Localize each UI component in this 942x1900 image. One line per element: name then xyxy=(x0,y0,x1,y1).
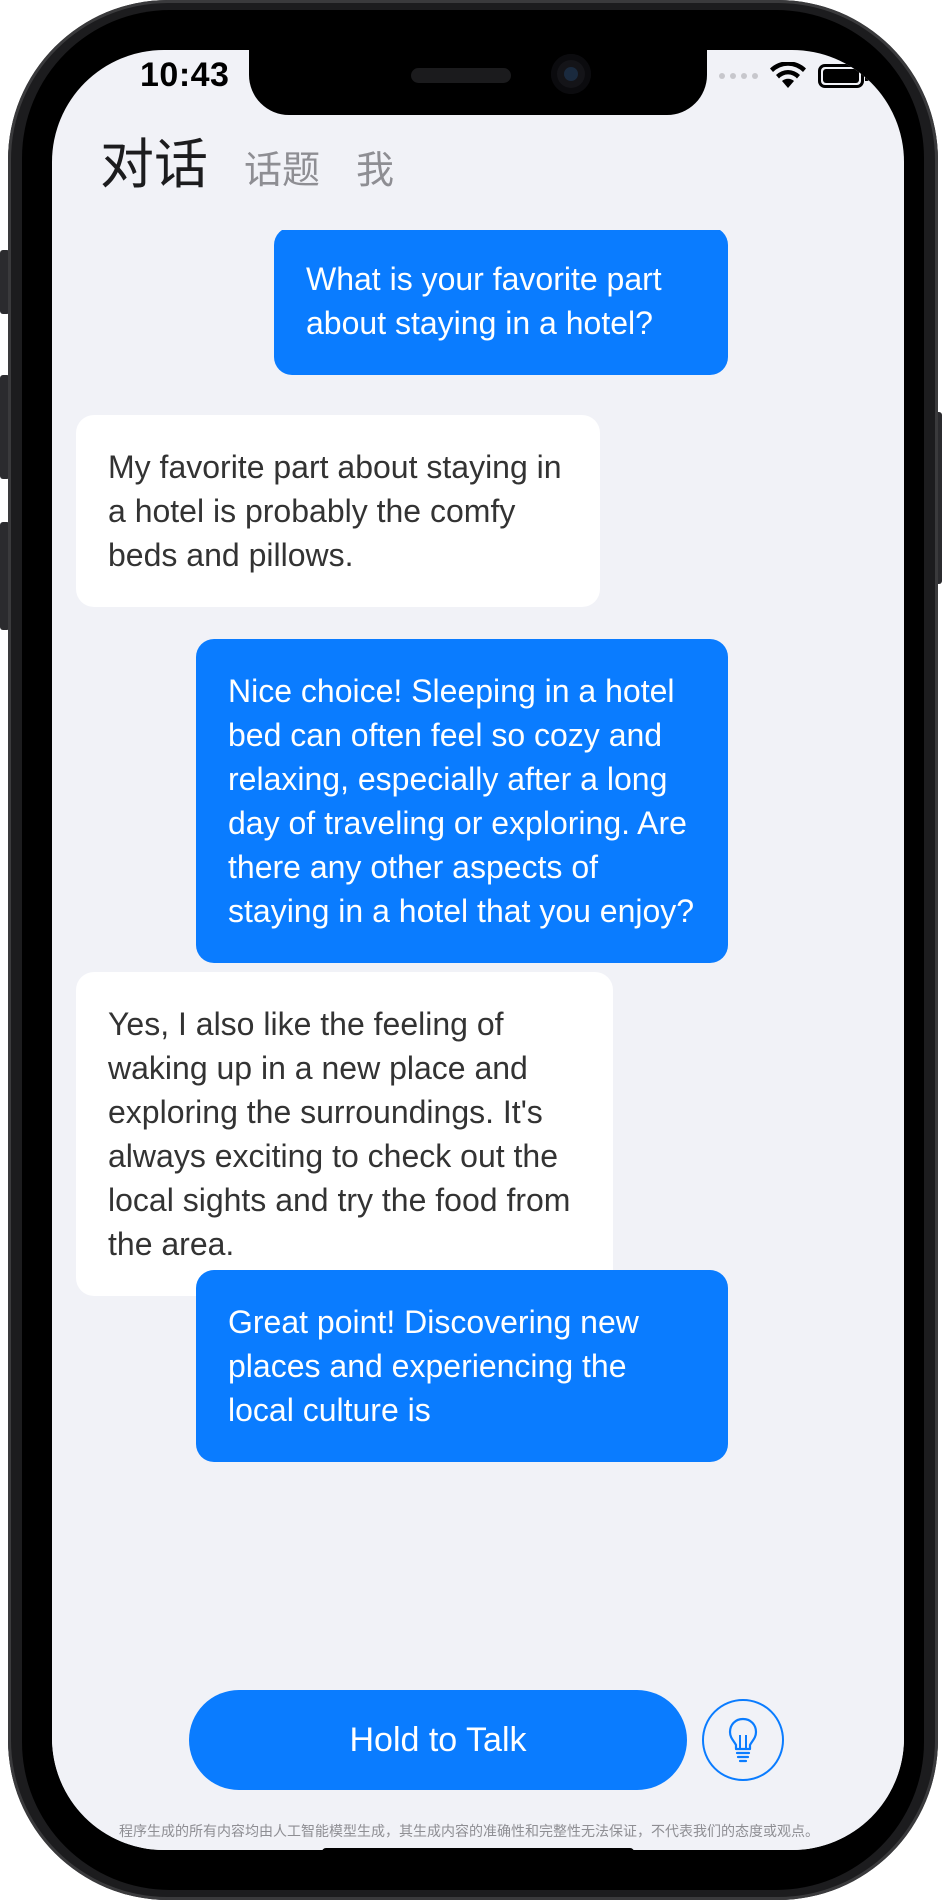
status-icons xyxy=(719,62,869,90)
screen: 10:43 对话 话题 我 What is your favorite part… xyxy=(52,50,904,1850)
input-bar: Hold to Talk 程序生成的所有内容均由人工智能模型生成，其生成内容的准… xyxy=(52,1652,904,1850)
status-time: 10:43 xyxy=(140,56,230,94)
home-indicator[interactable] xyxy=(322,1848,634,1850)
speaker-grille xyxy=(411,68,511,83)
battery-icon xyxy=(818,64,869,88)
user-message-bubble: Great point! Discovering new places and … xyxy=(196,1270,728,1462)
user-message-bubble: Nice choice! Sleeping in a hotel bed can… xyxy=(196,639,728,963)
device-frame: 10:43 对话 话题 我 What is your favorite part… xyxy=(0,0,942,1900)
user-message-bubble: What is your favorite part about staying… xyxy=(274,230,728,375)
chat-list[interactable]: What is your favorite part about staying… xyxy=(52,230,904,1652)
assistant-message-bubble: My favorite part about staying in a hote… xyxy=(76,415,600,607)
phone-body: 10:43 对话 话题 我 What is your favorite part… xyxy=(8,0,938,1900)
hold-to-talk-button[interactable]: Hold to Talk xyxy=(189,1690,687,1790)
lightbulb-icon xyxy=(728,1717,758,1763)
cellular-signal-icon xyxy=(719,73,758,79)
ai-disclaimer: 程序生成的所有内容均由人工智能模型生成，其生成内容的准确性和完整性无法保证，不代… xyxy=(119,1824,819,1840)
assistant-message-bubble: Yes, I also like the feeling of waking u… xyxy=(76,972,613,1296)
notch xyxy=(249,50,707,115)
tab-me[interactable]: 我 xyxy=(356,139,394,194)
camera-icon xyxy=(551,54,591,94)
tab-conversation[interactable]: 对话 xyxy=(100,120,208,199)
hint-button[interactable] xyxy=(702,1699,784,1781)
tab-bar: 对话 话题 我 xyxy=(100,120,394,199)
wifi-icon xyxy=(770,62,806,88)
tab-topics[interactable]: 话题 xyxy=(244,139,320,194)
